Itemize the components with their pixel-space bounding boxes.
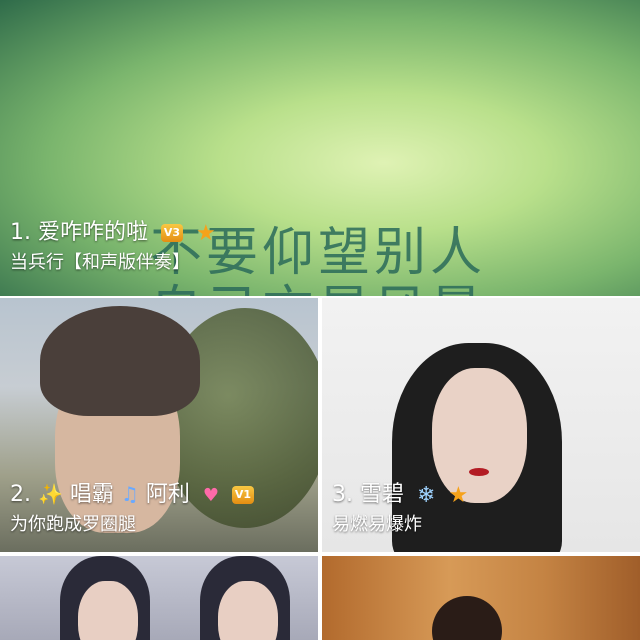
tile-rank-5[interactable] [322,556,640,640]
snowflake-icon: ❄ [417,482,436,508]
rank-line: 3. 雪碧 ❄ ★ [332,476,468,508]
song-title: 为你跑成罗圈腿 [10,514,136,535]
user-name: 雪碧 [360,482,405,507]
star-icon: ★ [196,220,216,246]
rank-line: 2. ✨ 唱霸 ♫ 阿利 ♥ V1 [10,476,255,508]
song-title: 易燃易爆炸 [332,514,422,535]
user-name: 爱咋咋的啦 [38,220,149,245]
music-note-icon: ♫ [120,482,139,506]
rank-number: 3. [332,482,353,507]
sparkle-icon: ✨ [38,482,63,506]
avatar-hair [432,596,502,640]
avatar-lips [469,468,489,476]
tile-rank-1[interactable]: 不要仰望别人 自己亦是风景 1. 爱咋咋的啦 V3 ★ 当兵行【和声版伴奏】 [0,0,640,296]
v1-badge-icon: V1 [232,486,255,504]
star-icon: ★ [448,482,469,508]
user-name: 唱霸 [69,482,114,507]
v3-badge-icon: V3 [161,224,184,242]
tile-rank-2[interactable]: 2. ✨ 唱霸 ♫ 阿利 ♥ V1 为你跑成罗圈腿 [0,298,318,552]
tile-rank-3[interactable]: 3. 雪碧 ❄ ★ 易燃易爆炸 [322,298,640,552]
avatar-hair [40,306,200,416]
song-title: 当兵行【和声版伴奏】 [10,252,190,273]
tile-caption: 3. 雪碧 ❄ ★ 易燃易爆炸 [332,476,468,536]
heart-icon: ♥ [202,484,220,506]
tile-caption: 1. 爱咋咋的啦 V3 ★ 当兵行【和声版伴奏】 [10,214,216,274]
rank-number: 2. [10,482,31,507]
tile-caption: 2. ✨ 唱霸 ♫ 阿利 ♥ V1 为你跑成罗圈腿 [10,476,255,536]
rank-number: 1. [10,220,31,245]
user-name-2: 阿利 [145,482,190,507]
avatar-face [78,581,138,640]
avatar-face [218,581,278,640]
tile-rank-4[interactable] [0,556,318,640]
rank-line: 1. 爱咋咋的啦 V3 ★ [10,214,216,246]
